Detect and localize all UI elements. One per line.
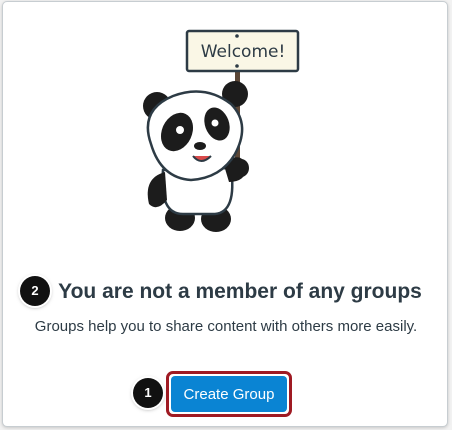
groups-empty-state-card: Welcome! You are not a member of any gro… <box>2 1 448 427</box>
empty-state-description: Groups help you to share content with ot… <box>34 318 418 335</box>
welcome-sign-text: Welcome! <box>201 42 286 62</box>
panda-welcome-sign-icon: Welcome! <box>143 29 300 232</box>
empty-state-heading: You are not a member of any groups <box>58 280 422 303</box>
panda-illustration: Welcome! <box>133 22 323 242</box>
welcome-sign: Welcome! <box>185 29 300 73</box>
callout-badge-2: 2 <box>20 276 50 306</box>
create-group-button[interactable]: Create Group <box>171 376 287 412</box>
create-group-highlight: Create Group <box>166 371 292 417</box>
callout-badge-1: 1 <box>133 378 163 408</box>
heading-row: You are not a member of any groups <box>3 278 449 306</box>
